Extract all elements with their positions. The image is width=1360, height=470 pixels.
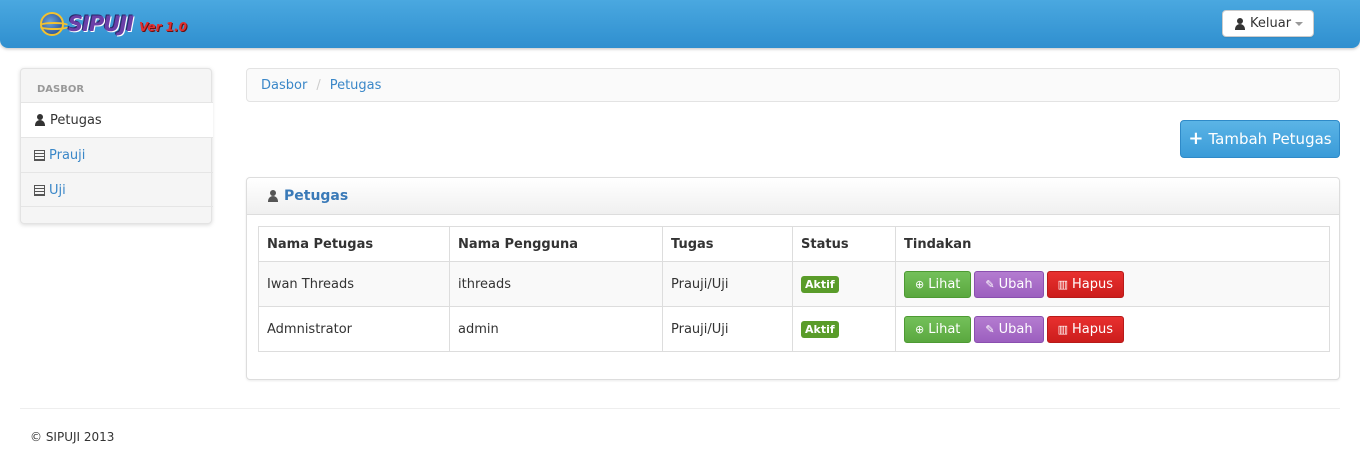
sidebar-item-label: Uji <box>49 182 66 198</box>
sidebar-item-uji[interactable]: Uji <box>21 172 213 207</box>
sidebar-item-label: Prauji <box>49 147 86 163</box>
view-label: Lihat <box>928 321 961 337</box>
cell-tugas: Prauji/Uji <box>662 261 793 307</box>
cell-actions: ⊕ Lihat ✎ Ubah ▥ Hapus <box>895 261 1330 307</box>
trash-icon: ▥ <box>1057 322 1068 336</box>
delete-button[interactable]: ▥ Hapus <box>1046 315 1125 343</box>
add-petugas-label: Tambah Petugas <box>1208 130 1332 148</box>
cell-pengguna: admin <box>449 306 663 352</box>
trash-icon: ▥ <box>1057 277 1068 291</box>
status-badge: Aktif <box>801 320 839 338</box>
zoom-icon: ⊕ <box>915 322 925 336</box>
cell-nama: Iwan Threads <box>258 261 450 307</box>
column-header: Tindakan <box>895 226 1330 262</box>
add-petugas-button[interactable]: + Tambah Petugas <box>1180 120 1340 158</box>
sidebar: DASBOR Petugas Prauji Uji <box>20 68 213 224</box>
edit-label: Ubah <box>998 321 1033 337</box>
edit-button[interactable]: ✎ Ubah <box>974 315 1044 343</box>
column-header: Nama Petugas <box>258 226 450 262</box>
footer-copyright: © SIPUJI 2013 <box>30 430 115 444</box>
plus-icon: + <box>1188 128 1204 149</box>
footer-divider <box>20 408 1340 409</box>
view-button[interactable]: ⊕ Lihat <box>904 270 972 298</box>
brand-logo[interactable]: SIPUJI Ver 1.0 <box>38 9 187 39</box>
sidebar-header: DASBOR <box>37 84 85 95</box>
petugas-panel: Petugas Nama Petugas Nama Pengguna Tugas… <box>246 177 1340 380</box>
list-icon <box>34 149 45 161</box>
globe-icon <box>38 12 70 36</box>
logout-label: Keluar <box>1250 16 1292 31</box>
sidebar-divider <box>21 206 213 207</box>
cell-tugas: Prauji/Uji <box>662 306 793 352</box>
cell-nama: Admnistrator <box>258 306 450 352</box>
panel-title: Petugas <box>284 188 349 204</box>
edit-icon: ✎ <box>985 277 995 291</box>
view-button[interactable]: ⊕ Lihat <box>904 315 972 343</box>
delete-label: Hapus <box>1072 276 1114 292</box>
user-icon <box>1234 17 1246 30</box>
top-navbar: SIPUJI Ver 1.0 Keluar <box>0 0 1360 48</box>
column-header: Nama Pengguna <box>449 226 663 262</box>
brand-version: Ver 1.0 <box>139 20 187 34</box>
panel-header: Petugas <box>247 178 1339 215</box>
delete-button[interactable]: ▥ Hapus <box>1046 270 1125 298</box>
cell-actions: ⊕ Lihat ✎ Ubah ▥ Hapus <box>895 306 1330 352</box>
sidebar-item-label: Petugas <box>50 112 102 128</box>
column-header: Tugas <box>662 226 793 262</box>
edit-button[interactable]: ✎ Ubah <box>974 270 1044 298</box>
breadcrumb-petugas[interactable]: Petugas <box>330 78 382 93</box>
caret-down-icon <box>1295 21 1304 26</box>
cell-status: Aktif <box>792 261 896 307</box>
table-row: Iwan Threads ithreads Prauji/Uji Aktif ⊕… <box>258 261 1330 307</box>
petugas-table: Nama Petugas Nama Pengguna Tugas Status … <box>258 226 1330 352</box>
view-label: Lihat <box>928 276 961 292</box>
cell-pengguna: ithreads <box>449 261 663 307</box>
table-header-row: Nama Petugas Nama Pengguna Tugas Status … <box>258 226 1330 262</box>
breadcrumb-dasbor[interactable]: Dasbor <box>261 78 307 93</box>
edit-icon: ✎ <box>985 322 995 336</box>
delete-label: Hapus <box>1072 321 1114 337</box>
zoom-icon: ⊕ <box>915 277 925 291</box>
logout-dropdown-button[interactable]: Keluar <box>1222 10 1314 37</box>
sidebar-item-petugas[interactable]: Petugas <box>21 102 213 137</box>
breadcrumb: Dasbor / Petugas <box>246 68 1340 102</box>
table-row: Admnistrator admin Prauji/Uji Aktif ⊕ Lih… <box>258 306 1330 352</box>
breadcrumb-separator: / <box>316 77 321 93</box>
cell-status: Aktif <box>792 306 896 352</box>
status-badge: Aktif <box>801 275 839 293</box>
list-icon <box>34 184 45 196</box>
user-icon <box>267 190 279 202</box>
column-header: Status <box>792 226 896 262</box>
edit-label: Ubah <box>998 276 1033 292</box>
brand-name: SIPUJI <box>68 12 134 36</box>
sidebar-item-prauji[interactable]: Prauji <box>21 137 213 172</box>
user-icon <box>34 114 46 126</box>
